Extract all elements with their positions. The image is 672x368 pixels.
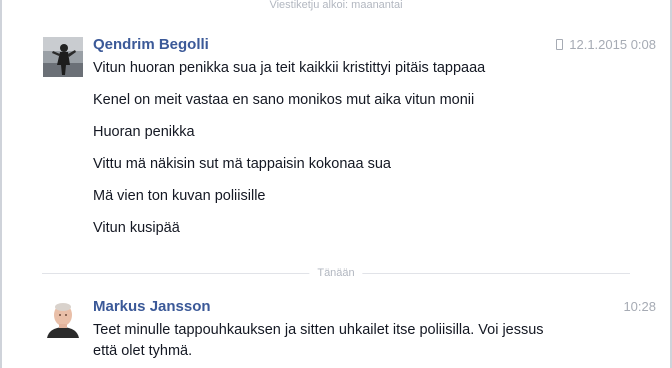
message-line: Mä vien ton kuvan poliisille <box>93 188 266 204</box>
avatar[interactable] <box>43 298 83 338</box>
sender-name[interactable]: Markus Jansson <box>93 299 211 315</box>
message-line: että olet tyhmä. <box>93 343 193 359</box>
message-line: Vitun kusipää <box>93 220 180 236</box>
message-timestamp: 12.1.2015 0:08 <box>556 37 656 53</box>
message-line: Teet minulle tappouhkauksen ja sitten uh… <box>93 322 544 338</box>
message-timestamp: 10:28 <box>623 299 656 314</box>
sender-name[interactable]: Qendrim Begolli <box>93 37 209 53</box>
message-line: Kenel on meit vastaa en sano monikos mut… <box>93 92 475 108</box>
message-line: Huoran penikka <box>93 124 195 140</box>
day-divider: Tänään <box>42 267 630 281</box>
avatar[interactable] <box>43 37 83 77</box>
timestamp-text: 12.1.2015 0:08 <box>569 37 656 52</box>
mobile-phone-icon <box>556 39 564 50</box>
thread-start-label: Viestiketju alkoi: maanantai <box>269 0 403 11</box>
window-left-border <box>0 0 2 368</box>
day-divider-label: Tänään <box>309 267 363 279</box>
message-line: Vittu mä näkisin sut mä tappaisin kokona… <box>93 156 391 172</box>
message-line: Vitun huoran penikka sua ja teit kaikkii… <box>93 60 486 76</box>
